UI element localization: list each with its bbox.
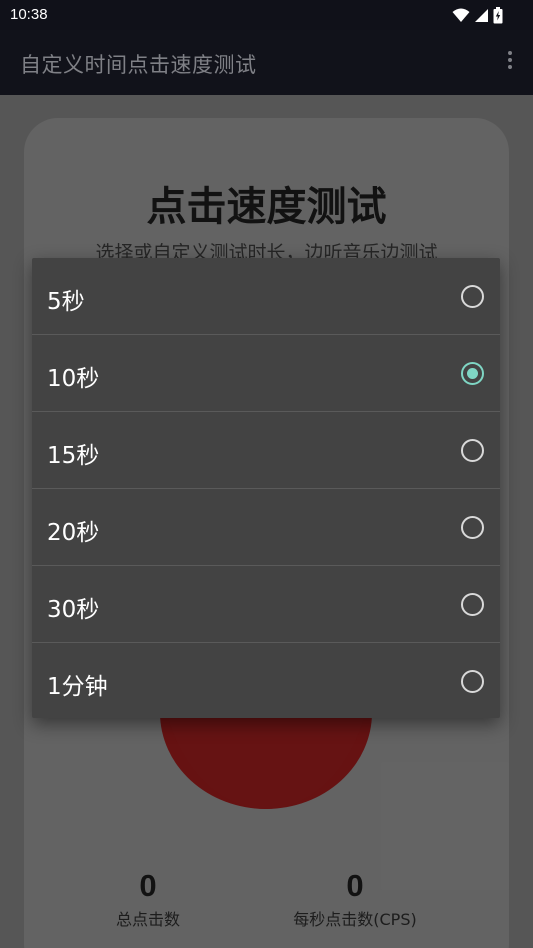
option-5s[interactable]: 5秒 <box>32 258 500 335</box>
status-icons <box>452 7 503 24</box>
radio-button[interactable] <box>461 593 484 616</box>
radio-button-checked[interactable] <box>461 362 484 385</box>
option-30s[interactable]: 30秒 <box>32 566 500 643</box>
signal-icon <box>475 9 488 22</box>
option-label: 1分钟 <box>47 674 108 700</box>
status-bar: 10:38 <box>0 0 533 30</box>
app-title: 自定义时间点击速度测试 <box>20 53 257 77</box>
option-label: 30秒 <box>47 597 100 623</box>
option-label: 15秒 <box>47 443 100 469</box>
radio-button[interactable] <box>461 670 484 693</box>
option-label: 10秒 <box>47 366 100 392</box>
status-time: 10:38 <box>10 6 48 23</box>
more-vert-icon[interactable] <box>507 51 513 73</box>
radio-button[interactable] <box>461 516 484 539</box>
radio-button[interactable] <box>461 439 484 462</box>
duration-dialog: 5秒 10秒 15秒 20秒 30秒 1分钟 <box>32 258 500 718</box>
option-10s[interactable]: 10秒 <box>32 335 500 412</box>
radio-button[interactable] <box>461 285 484 308</box>
option-label: 20秒 <box>47 520 100 546</box>
option-15s[interactable]: 15秒 <box>32 412 500 489</box>
option-label: 5秒 <box>47 289 85 315</box>
app-bar: 自定义时间点击速度测试 <box>0 30 533 95</box>
option-20s[interactable]: 20秒 <box>32 489 500 566</box>
wifi-icon <box>452 8 470 22</box>
battery-icon <box>493 7 503 24</box>
option-1min[interactable]: 1分钟 <box>32 643 500 718</box>
